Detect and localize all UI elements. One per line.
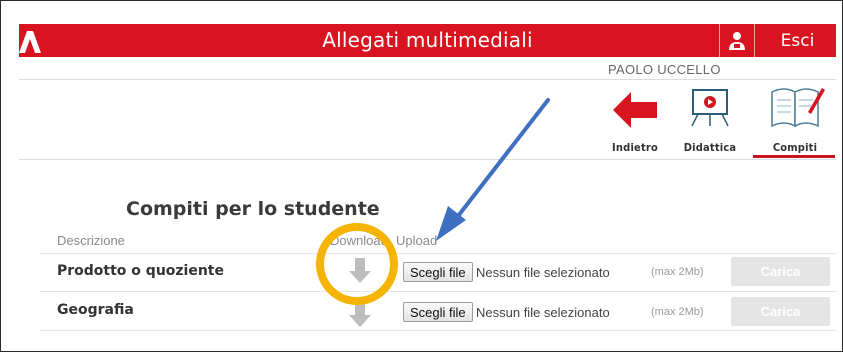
upload-button[interactable]: Carica [731, 297, 830, 326]
nav-compiti-label: Compiti [772, 141, 818, 154]
divider [40, 253, 837, 254]
column-header-description: Descrizione [57, 233, 125, 248]
nav-didattica[interactable]: Didattica [675, 82, 745, 154]
app-header: Allegati multimediali Esci [19, 24, 836, 57]
column-header-download: Download [330, 233, 388, 248]
notebook-icon [771, 88, 825, 128]
divider [19, 159, 836, 160]
section-title: Compiti per lo studente [126, 198, 380, 220]
max-size-hint: (max 2Mb) [651, 266, 704, 278]
active-tab-indicator [753, 155, 835, 158]
max-size-hint: (max 2Mb) [651, 306, 704, 318]
whiteboard-icon [691, 89, 729, 127]
download-icon[interactable] [346, 300, 374, 330]
choose-file-button[interactable]: Scegli file [403, 262, 473, 282]
user-button[interactable] [719, 24, 755, 57]
download-icon[interactable] [346, 256, 374, 286]
back-arrow-icon [613, 92, 657, 128]
nav-back-label: Indietro [612, 141, 658, 154]
page-title: Allegati multimediali [322, 28, 533, 52]
nav-back[interactable]: Indietro [600, 82, 670, 154]
user-name: PAOLO UCCELLO [608, 62, 721, 77]
logout-button[interactable]: Esci [759, 24, 836, 57]
divider [19, 79, 836, 80]
upload-button[interactable]: Carica [731, 257, 830, 286]
column-header-upload: Upload [396, 233, 438, 248]
choose-file-button[interactable]: Scegli file [403, 302, 473, 322]
divider [40, 291, 837, 292]
file-status: Nessun file selezionato [476, 265, 610, 280]
file-status: Nessun file selezionato [476, 305, 610, 320]
nav-didattica-label: Didattica [683, 141, 737, 154]
row-label: Geografia [57, 302, 134, 318]
nav-compiti[interactable]: Compiti [755, 82, 835, 154]
user-icon [729, 31, 745, 50]
divider [40, 330, 837, 331]
row-label: Prodotto o quoziente [57, 263, 224, 279]
